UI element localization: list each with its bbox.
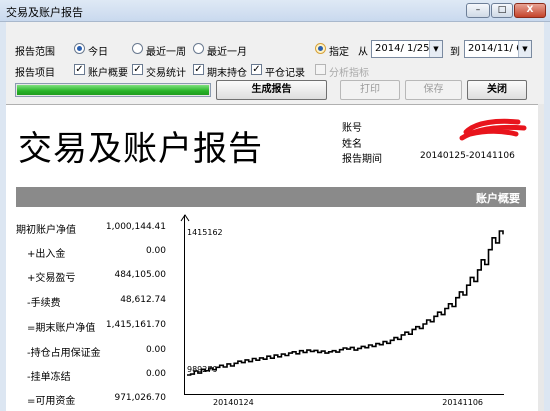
account-label: 账号 — [342, 123, 362, 134]
row-value: 484,105.00 — [114, 270, 166, 280]
scrollbar[interactable] — [538, 104, 544, 411]
generate-report-button[interactable]: 生成报告 — [216, 80, 327, 100]
row-label: +出入金 — [27, 249, 66, 260]
checkbox-analysis[interactable] — [315, 64, 326, 75]
to-date-value: 2014/11/ 6 — [468, 43, 523, 54]
window-title: 交易及账户报告 — [6, 6, 83, 19]
x-start-tick-label: 20140124 — [213, 398, 254, 407]
row-label: =可用资金 — [27, 396, 76, 407]
chevron-down-icon[interactable]: ▼ — [518, 41, 531, 57]
section-header: 账户概要 — [16, 187, 526, 207]
from-label: 从 — [358, 47, 368, 58]
minimize-button[interactable]: – — [466, 3, 490, 18]
print-button[interactable]: 打印 — [340, 80, 400, 100]
radio-last-month[interactable] — [193, 43, 204, 54]
row-value: 1,415,161.70 — [105, 320, 166, 330]
radio-custom-label: 指定 — [329, 47, 349, 58]
checkbox-close-records-label: 平仓记录 — [265, 68, 305, 79]
report-view[interactable]: 交易及账户报告 账号 姓名 报告期间 20140125-20141106 账户概… — [6, 104, 538, 411]
title-bar: 交易及账户报告 – □ X — [0, 0, 550, 22]
row-label: 期初账户净值 — [16, 225, 76, 236]
equity-series-line — [187, 230, 504, 376]
row-value: 1,000,144.41 — [105, 222, 166, 232]
checkbox-analysis-label: 分析指标 — [329, 68, 369, 79]
report-items-label: 报告项目 — [15, 68, 55, 79]
row-value: 971,026.70 — [114, 393, 166, 403]
from-date-value: 2014/ 1/25 — [375, 43, 430, 54]
row-label: -挂单冻结 — [27, 372, 71, 383]
row-label: +交易盈亏 — [27, 273, 76, 284]
to-label: 到 — [450, 47, 460, 58]
y-min-tick-label: 989279 — [187, 365, 218, 374]
checkbox-trade-stats[interactable]: ✓ — [132, 64, 143, 75]
radio-custom[interactable] — [315, 43, 326, 54]
maximize-button[interactable]: □ — [491, 3, 513, 18]
chevron-down-icon[interactable]: ▼ — [429, 41, 442, 57]
name-label: 姓名 — [342, 139, 362, 150]
radio-today-label: 今日 — [88, 47, 108, 58]
checkbox-positions[interactable]: ✓ — [193, 64, 204, 75]
checkbox-account-summary[interactable]: ✓ — [74, 64, 85, 75]
checkbox-account-summary-label: 账户概要 — [88, 68, 128, 79]
checkbox-trade-stats-label: 交易统计 — [146, 68, 186, 79]
row-value: 48,612.74 — [120, 295, 166, 305]
x-end-tick-label: 20141106 — [442, 398, 483, 407]
checkbox-positions-label: 期末持仓 — [207, 68, 247, 79]
row-value: 0.00 — [145, 369, 166, 379]
row-label: -手续费 — [27, 298, 61, 309]
equity-chart-svg: 1415162 989279 20140124 20141106 — [180, 214, 504, 407]
save-button[interactable]: 保存 — [405, 80, 462, 100]
radio-last-week[interactable] — [132, 43, 143, 54]
close-button[interactable]: 关闭 — [467, 80, 527, 100]
redacted-mark — [459, 118, 527, 141]
radio-last-week-label: 最近一周 — [146, 47, 186, 58]
to-date-picker[interactable]: 2014/11/ 6 ▼ — [464, 40, 532, 58]
from-date-picker[interactable]: 2014/ 1/25 ▼ — [371, 40, 443, 58]
row-value: 0.00 — [145, 246, 166, 256]
section-title: 账户概要 — [476, 192, 520, 205]
radio-today[interactable] — [74, 43, 85, 54]
progress-bar — [15, 83, 211, 97]
report-title: 交易及账户报告 — [18, 129, 263, 169]
report-range-label: 报告范围 — [15, 47, 55, 58]
close-window-button[interactable]: X — [514, 3, 546, 18]
y-max-tick-label: 1415162 — [187, 228, 223, 237]
checkbox-close-records[interactable]: ✓ — [251, 64, 262, 75]
progress-fill — [17, 85, 209, 95]
row-value: 0.00 — [145, 345, 166, 355]
period-label: 报告期间 — [342, 154, 382, 165]
radio-last-month-label: 最近一月 — [207, 47, 247, 58]
period-value: 20140125-20141106 — [420, 151, 515, 161]
equity-chart: 1415162 989279 20140124 20141106 — [180, 214, 504, 407]
y-axis-arrow — [180, 214, 190, 222]
